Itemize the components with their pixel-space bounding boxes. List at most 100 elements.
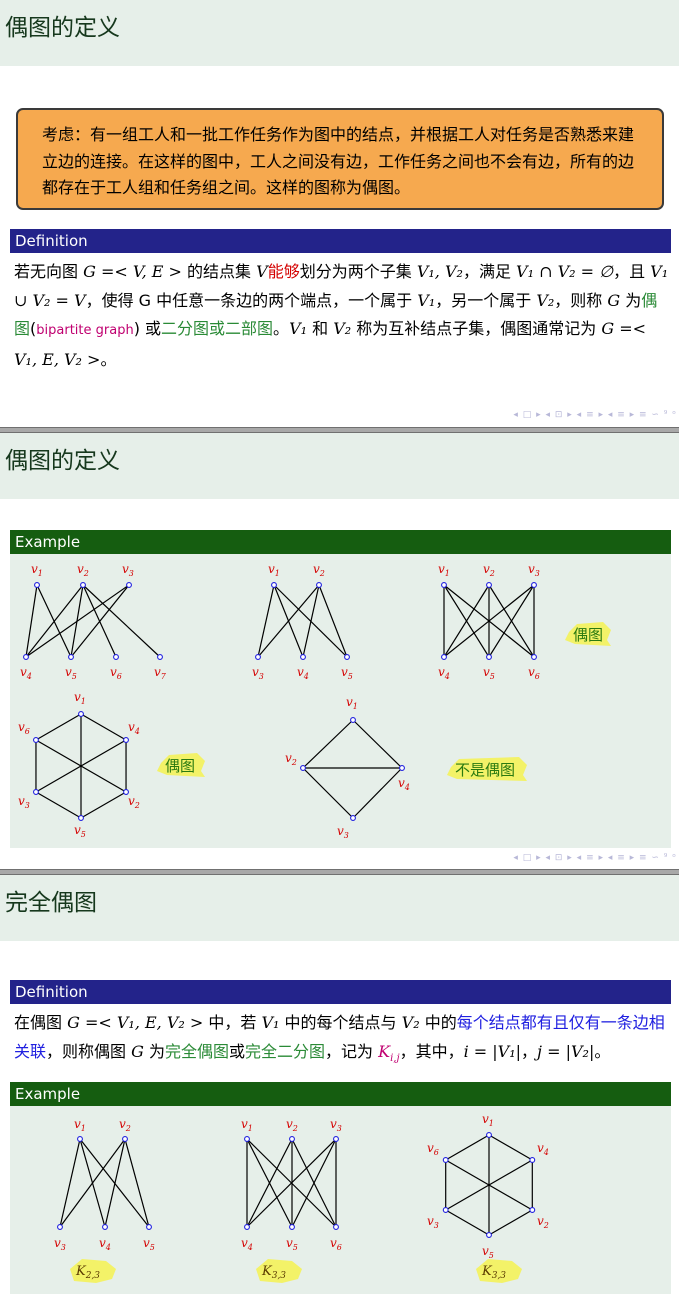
def-text: 称为互补结点子集，偶图通常记为 [351, 319, 602, 338]
graph-vertex [531, 654, 537, 660]
def-text: ，另一个属于 [435, 290, 537, 310]
slide-3: 完全偶图 Definition 在偶图 G =< V₁, E, V₂ > 中，若… [0, 875, 679, 1294]
graph-vertex [123, 737, 129, 743]
graph-edge [302, 584, 320, 658]
graph-vertex [157, 654, 163, 660]
graph-edge [352, 719, 403, 769]
def-text: 。 [273, 319, 290, 338]
def-math: G =< V, E > [83, 262, 182, 281]
graph-vertex [113, 654, 119, 660]
graph-vertex [441, 654, 447, 660]
vertex-label: v3 [337, 824, 349, 840]
vertex-label: v4 [297, 665, 309, 681]
graph-vertex [350, 815, 356, 821]
vertex-label: v2 [537, 1214, 549, 1230]
vertex-label: v1 [438, 562, 450, 578]
graph-vertex [57, 1224, 63, 1230]
vertex-label: v1 [241, 1117, 253, 1133]
vertex-label: v1 [268, 562, 280, 578]
highlight-text: 不是偶图 [455, 761, 515, 779]
def-math: V [256, 262, 268, 281]
vertex-label: v3 [252, 665, 264, 681]
def-text: ，则称 [554, 290, 608, 310]
graph-vertex [102, 1224, 108, 1230]
def-math: V₁ [417, 290, 436, 310]
vertex-label: v2 [128, 794, 140, 810]
graph-vertex [350, 717, 356, 723]
def-math: V₁, V₂ [416, 262, 463, 281]
graph-vertex [529, 1207, 536, 1213]
graph-vertex [244, 1136, 250, 1142]
graph-vertex [122, 1136, 128, 1142]
vertex-label: v4 [99, 1236, 111, 1252]
graph-vertex [255, 654, 261, 660]
graph-vertex [68, 654, 74, 660]
vertex-label: v5 [286, 1236, 298, 1252]
graph-g3: v1 v2 v3 v4 v5 v6 [438, 562, 540, 681]
graph-edge [488, 1209, 533, 1236]
graph-vertex [441, 582, 447, 588]
graph-edge [352, 767, 403, 819]
graph-vertex [486, 582, 492, 588]
graph-edge [302, 719, 354, 769]
definition-text: 若无向图 G =< V, E > 的结点集 V能够划分为两个子集 V₁, V₂，… [14, 258, 669, 374]
vertex-label: v6 [528, 665, 540, 681]
vertex-label: v2 [286, 1117, 298, 1133]
graph-vertex [23, 654, 29, 660]
example-graphs: v1 v2v3 v4 v5K2,3v1 v2 v3v4 v5 v6K3,3v1v4v2v5v3… [54, 1112, 549, 1283]
def-text: ) 或 [133, 319, 162, 338]
graph-vertex [33, 737, 39, 743]
graph-vertex [442, 1157, 449, 1163]
slide-2: 偶图的定义 Example v1 v2 v3 v4 v5 v6 v7 v1 v2 v3 v4 v5 v1… [0, 433, 679, 870]
vertex-label: v2 [313, 562, 325, 578]
def-term: 二分图或二部图 [161, 319, 274, 338]
vertex-label: v5 [341, 665, 353, 681]
graph-edge [318, 584, 348, 658]
definition-label: Definition [15, 232, 88, 250]
def-emphasis: 能够 [267, 262, 300, 281]
beamer-nav-icons[interactable]: ◂ □ ▸ ◂ ⊡ ▸ ◂ ≡ ▸ ◂ ≡ ▸ ≡ ∽ ⁹ ᵒ [513, 853, 677, 863]
graph-edge [257, 584, 275, 658]
graph-edge [70, 584, 130, 658]
graph-edge [445, 1134, 490, 1161]
graph-edge [35, 713, 82, 741]
graph-vertex [300, 654, 306, 660]
graph-vertex [80, 582, 86, 588]
def-text: ，且 [613, 262, 651, 281]
vertex-label: v1 [74, 690, 86, 706]
vertex-label: v3 [54, 1236, 66, 1252]
highlight-text: 偶图 [165, 757, 195, 775]
graph-edge [35, 791, 82, 819]
graph-vertex [289, 1136, 295, 1142]
def-math: G [607, 290, 621, 310]
vertex-label: v3 [330, 1117, 342, 1133]
def-text: ，使得 G 中任意一条边的两个端点，一个属于 [85, 290, 418, 310]
def-text: 为 [620, 290, 642, 310]
graph-g5: v1 v2 v4 v3 [285, 695, 410, 840]
graph-vertex [531, 582, 537, 588]
frame-title-bar: 偶图的定义 [0, 0, 679, 66]
vertex-label: v7 [154, 665, 167, 681]
vertex-label: v3 [122, 562, 134, 578]
def-text: 和 [307, 319, 334, 338]
vertex-label: v5 [483, 665, 495, 681]
vertex-label: v2 [77, 562, 89, 578]
graph-g1: v1 v2 v3 v4 v5 v6 v7 [20, 562, 167, 681]
highlight-text: 偶图 [573, 626, 603, 644]
graph-vertex [399, 765, 405, 771]
graph-edge [80, 713, 127, 741]
vertex-label: v1 [74, 1117, 86, 1133]
graph-vertex [442, 1207, 449, 1213]
vertex-label: v6 [330, 1236, 342, 1252]
vertex-label: v6 [427, 1141, 439, 1157]
graph-vertex [333, 1224, 339, 1230]
beamer-nav-icons[interactable]: ◂ □ ▸ ◂ ⊡ ▸ ◂ ≡ ▸ ◂ ≡ ▸ ≡ ∽ ⁹ ᵒ [513, 410, 677, 420]
graph-vertex [486, 654, 492, 660]
graph-vertex [529, 1157, 536, 1163]
graph-edge [124, 1138, 150, 1228]
graph-edge [302, 767, 354, 819]
graph-vertex [78, 711, 84, 717]
graph-g2: v1 v2 v3 v4 v5 [252, 562, 353, 681]
def-math: V₂ [536, 290, 555, 310]
def-math: V₁ [289, 319, 308, 338]
